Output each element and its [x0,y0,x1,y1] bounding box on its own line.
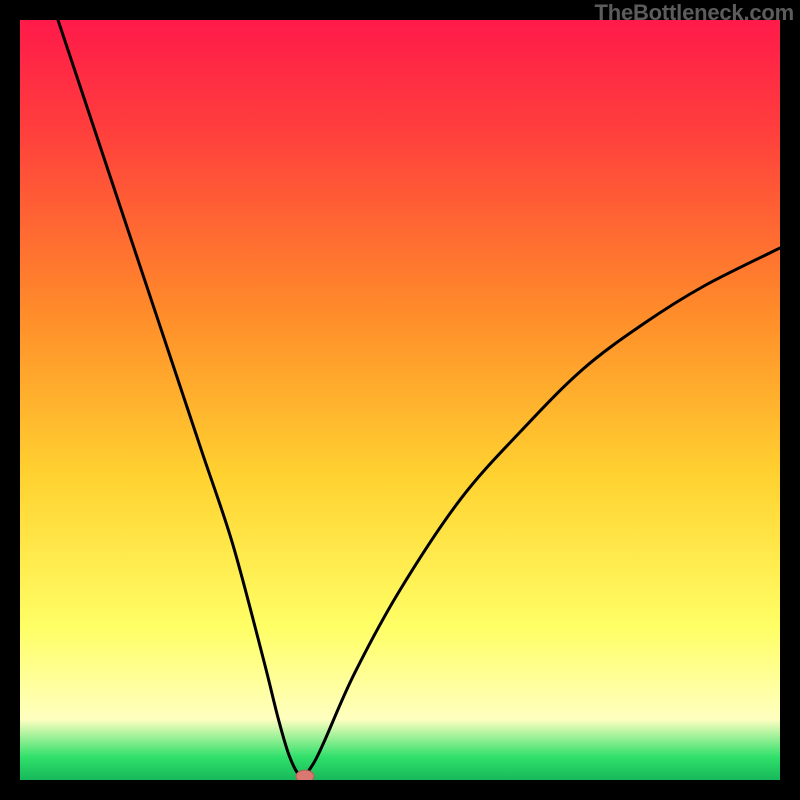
chart-svg [20,20,780,780]
watermark-text: TheBottleneck.com [594,0,794,26]
plot-area [20,20,780,780]
gradient-background [20,20,780,780]
optimal-point-marker [296,770,314,780]
chart-frame: TheBottleneck.com [0,0,800,800]
